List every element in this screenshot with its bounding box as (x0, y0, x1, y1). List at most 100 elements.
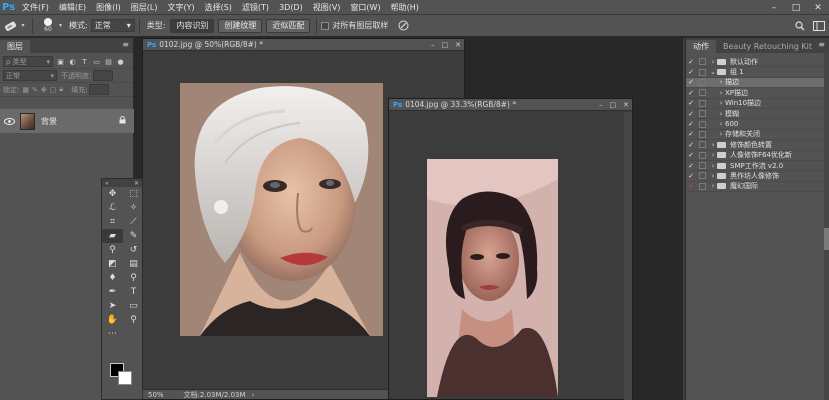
pixel-filter-icon[interactable]: ▣ (56, 57, 65, 66)
menu-select[interactable]: 选择(S) (200, 0, 237, 15)
chevron-right-icon[interactable]: › (709, 182, 717, 190)
fill-input[interactable] (89, 84, 110, 95)
pen-tool-icon[interactable]: ✒ (102, 285, 123, 299)
panel-menu-icon[interactable]: ≡ (122, 40, 129, 49)
action-toggle-check[interactable]: ✓ (686, 78, 696, 86)
menu-window[interactable]: 窗口(W) (345, 0, 385, 15)
menu-image[interactable]: 图像(I) (91, 0, 126, 15)
doc-maximize-icon[interactable]: □ (442, 41, 449, 49)
zoom-tool-icon[interactable]: ⚲ (123, 313, 144, 327)
lock-position-icon[interactable]: ✥ (41, 86, 47, 94)
dialog-toggle-box[interactable] (699, 110, 706, 118)
filter-toggle-icon[interactable]: ● (116, 57, 125, 66)
marquee-tool-icon[interactable]: ⬚ (123, 187, 144, 201)
brush-size-picker[interactable]: 60 (37, 18, 59, 33)
action-row[interactable]: ✓ › SMP工作流 v2.0 (686, 161, 829, 172)
menu-help[interactable]: 帮助(H) (386, 0, 424, 15)
color-swatches[interactable] (110, 363, 134, 385)
maximize-button[interactable]: □ (785, 0, 807, 15)
history-brush-tool-icon[interactable]: ↺ (123, 243, 144, 257)
zoom-value[interactable]: 50% (148, 391, 164, 399)
menu-filter[interactable]: 滤镜(T) (237, 0, 274, 15)
layer-row-background[interactable]: 背景 (0, 109, 134, 133)
action-toggle-check[interactable]: ✓ (686, 89, 696, 97)
action-row[interactable]: ✓ › 修饰颜色转置 (686, 140, 829, 151)
content-aware-button[interactable]: 内容识别 (170, 18, 215, 33)
doc-minimize-icon[interactable]: – (431, 41, 435, 49)
action-row[interactable]: ✓ › 600 (686, 119, 829, 130)
shape-filter-icon[interactable]: ▭ (92, 57, 101, 66)
close-button[interactable]: ✕ (807, 0, 829, 15)
chevron-right-icon[interactable]: › (709, 172, 717, 180)
doc-maximize-icon[interactable]: □ (610, 101, 617, 109)
chevron-right-icon[interactable]: › (717, 89, 725, 97)
workspace-icon[interactable] (813, 21, 825, 31)
clone-stamp-tool-icon[interactable]: ⚲ (102, 243, 123, 257)
chevron-right-icon[interactable]: › (717, 78, 725, 86)
menu-edit[interactable]: 编辑(E) (54, 0, 91, 15)
chevron-right-icon[interactable]: › (709, 151, 717, 159)
shape-tool-icon[interactable]: ▭ (123, 299, 144, 313)
lock-pixels-icon[interactable]: ✎ (32, 86, 38, 94)
layer-visibility-toggle[interactable] (0, 117, 18, 125)
action-row[interactable]: ✓ › 魔幻国际 (686, 182, 829, 193)
chevron-right-icon[interactable]: › (252, 391, 255, 399)
pressure-size-icon[interactable] (397, 20, 409, 32)
lock-transparent-icon[interactable]: ▦ (22, 86, 29, 94)
adjustment-filter-icon[interactable]: ◐ (68, 57, 77, 66)
create-texture-button[interactable]: 创建纹理 (218, 18, 263, 33)
action-toggle-check[interactable]: ✓ (686, 68, 696, 76)
scrollbar-thumb[interactable] (824, 228, 829, 250)
action-row[interactable]: ✓ › 存储和关闭 (686, 130, 829, 141)
lock-all-icon[interactable]: 🔒︎ (59, 85, 63, 94)
menu-view[interactable]: 视图(V) (308, 0, 346, 15)
action-row[interactable]: ✓ › 描边 (686, 77, 829, 89)
menu-type[interactable]: 文字(Y) (162, 0, 199, 15)
action-row[interactable]: ✓ ⌄ 组 1 (686, 67, 829, 78)
dialog-toggle-box[interactable] (699, 68, 706, 76)
crop-tool-icon[interactable]: ⌗ (102, 215, 123, 229)
tab-layers[interactable]: 图层 (0, 40, 30, 53)
dialog-toggle-box[interactable] (699, 141, 706, 149)
dialog-toggle-box[interactable] (699, 78, 706, 86)
gradient-tool-icon[interactable]: ▤ (123, 257, 144, 271)
magic-wand-tool-icon[interactable]: ✧ (123, 201, 144, 215)
action-toggle-check[interactable]: ✓ (686, 130, 696, 138)
action-toggle-check[interactable]: ✓ (686, 58, 696, 66)
dialog-toggle-box[interactable] (699, 89, 706, 97)
action-toggle-check[interactable]: ✓ (686, 162, 696, 170)
dialog-toggle-box[interactable] (699, 130, 706, 138)
patch-tool-icon[interactable]: ▰ (102, 229, 123, 243)
doc-size-info[interactable]: 文档:2.03M/2.03M (184, 390, 246, 400)
chevron-down-icon[interactable]: ⌄ (709, 68, 717, 76)
smart-object-filter-icon[interactable]: ▤ (104, 57, 113, 66)
chevron-right-icon[interactable]: › (717, 120, 725, 128)
action-row[interactable]: ✓ › Win10描边 (686, 99, 829, 109)
collapse-icon[interactable]: « (105, 180, 109, 187)
blend-mode-select[interactable]: 正常 ▾ (3, 70, 57, 81)
hand-tool-icon[interactable]: ✋ (102, 313, 123, 327)
chevron-right-icon[interactable]: › (717, 130, 725, 138)
mode-select[interactable]: 正常 ▾ (90, 19, 135, 32)
move-tool-icon[interactable]: ✥ (102, 187, 123, 201)
opacity-input[interactable] (93, 70, 114, 81)
action-toggle-check[interactable]: ✓ (686, 110, 696, 118)
action-toggle-check[interactable]: ✓ (686, 99, 696, 107)
menu-file[interactable]: 文件(F) (17, 0, 54, 15)
more-tools-icon[interactable]: ⋯ (102, 327, 123, 341)
chevron-right-icon[interactable]: › (709, 141, 717, 149)
lock-artboard-icon[interactable]: ▢ (50, 86, 57, 94)
dialog-toggle-box[interactable] (699, 172, 706, 180)
dialog-toggle-box[interactable] (699, 162, 706, 170)
action-row[interactable]: ✓ › 模糊 (686, 109, 829, 120)
tab-beauty-retouching-kit[interactable]: Beauty Retouching Kit (716, 40, 819, 53)
type-tool-icon[interactable]: T (123, 285, 144, 299)
dialog-toggle-box[interactable] (699, 120, 706, 128)
action-row[interactable]: ✓ › 人像修饰F64优化新 (686, 151, 829, 161)
doc-close-icon[interactable]: ✕ (455, 41, 461, 49)
dodge-tool-icon[interactable]: ⚲ (123, 271, 144, 285)
document-titlebar[interactable]: Ps 0102.jpg @ 50%(RGB/8#) * – □ ✕ (143, 39, 464, 51)
vertical-scrollbar[interactable] (624, 112, 632, 400)
path-selection-tool-icon[interactable]: ➤ (102, 299, 123, 313)
type-filter-icon[interactable]: T (80, 57, 89, 66)
